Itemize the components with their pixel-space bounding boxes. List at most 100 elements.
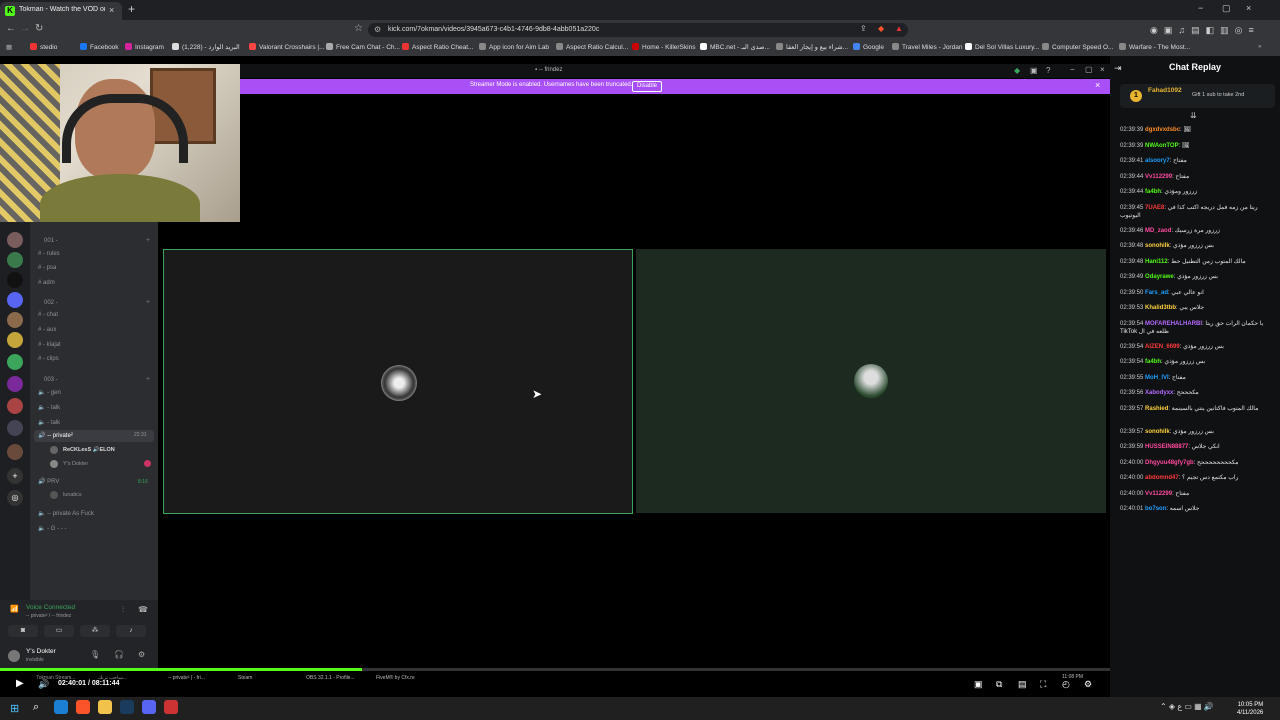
system-tray-icons[interactable]: ⌃ ◈ ع ▭ ▦ 🔊 xyxy=(1160,702,1214,711)
chat-username[interactable]: dgxdvxdsbc xyxy=(1145,127,1180,133)
edge-icon[interactable] xyxy=(54,700,68,714)
new-tab-button[interactable]: + xyxy=(128,2,135,16)
chat-username[interactable]: sonohilk xyxy=(1145,429,1170,435)
chat-username[interactable]: fa4bh xyxy=(1145,189,1161,195)
bookmark-item[interactable]: Travel Miles - Jordan xyxy=(892,43,962,51)
chat-message: 02:39:45 7UAE8: ريتا من زمه فمل دريجه اك… xyxy=(1120,204,1275,220)
bookmark-item[interactable]: Aspect Ratio Cheat... xyxy=(402,43,473,51)
scroll-down-icon[interactable]: ⇊ xyxy=(1190,111,1197,120)
channel-timer: 8:16 xyxy=(138,479,148,485)
app-icon[interactable] xyxy=(164,700,178,714)
bookmark-label: App icon for Aim Lab xyxy=(489,44,549,51)
maximize-button[interactable]: ▢ xyxy=(1222,3,1231,14)
brave-shield-icon[interactable]: ◆ xyxy=(878,24,884,33)
bookmark-favicon xyxy=(30,43,37,50)
bookmark-item[interactable]: البريد الوارد - (1,228) xyxy=(172,43,240,51)
bookmark-item[interactable]: Warfare - The Most... xyxy=(1119,43,1190,51)
bookmark-item[interactable]: Instagram xyxy=(125,43,164,51)
chat-message: 02:40:00 abdomnd47: راب مكتمع دس تجيم ؟ xyxy=(1120,474,1275,482)
clock-time: 10:05 PM xyxy=(1237,702,1264,708)
call-participant-tile xyxy=(163,249,633,514)
bookmark-star-icon[interactable]: ☆ xyxy=(354,23,363,34)
forward-icon[interactable]: → xyxy=(20,23,30,34)
chat-username[interactable]: sonohilk xyxy=(1145,243,1170,249)
file-explorer-icon[interactable] xyxy=(98,700,112,714)
site-info-icon[interactable]: ⚙ xyxy=(374,25,381,34)
chat-username[interactable]: HUSSEIN88877 xyxy=(1145,444,1188,450)
bookmark-item[interactable]: Del Sol Villas Luxury... xyxy=(965,43,1039,51)
chat-message: 02:40:00 Vv112299: مفتاح xyxy=(1120,490,1275,498)
chat-username[interactable]: fa4bh xyxy=(1145,359,1161,365)
chat-username[interactable]: Khalid3tbb xyxy=(1145,305,1176,311)
system-clock[interactable]: 10:05 PM 4/11/2026 xyxy=(1237,701,1263,717)
chat-username[interactable]: MD_zaod xyxy=(1145,228,1171,234)
user-name: Y's Dokter xyxy=(26,648,56,655)
bookmarks-overflow-icon[interactable]: » xyxy=(1258,43,1262,50)
explore-icon: ◎ xyxy=(7,490,23,506)
chat-timestamp: 02:39:48 xyxy=(1120,243,1146,249)
bookmark-item[interactable]: Valorant Crosshairs |... xyxy=(249,43,325,51)
chat-username[interactable]: bo7son xyxy=(1145,506,1166,512)
tab-close-icon[interactable]: × xyxy=(109,5,114,15)
chat-username[interactable]: Hani112 xyxy=(1145,259,1168,265)
windows-start-icon[interactable]: ⊞ xyxy=(10,702,19,715)
chat-message: 02:39:57 sonohilk: بس زرزور مؤذي xyxy=(1120,428,1275,436)
chat-username[interactable]: Vv112299 xyxy=(1145,174,1172,180)
back-icon[interactable]: ← xyxy=(6,23,16,34)
chat-username[interactable]: Rashied xyxy=(1145,406,1168,412)
theater-mode-icon[interactable]: ▣ xyxy=(974,679,983,690)
chat-username[interactable]: Odayrawe xyxy=(1145,274,1174,280)
bookmark-item[interactable]: Aspect Ratio Calcul... xyxy=(556,43,628,51)
settings-icon[interactable]: ⚙ xyxy=(1084,679,1092,690)
chat-username[interactable]: alsoory7 xyxy=(1145,158,1170,164)
chat-username[interactable]: MoH_IVI xyxy=(1145,375,1169,381)
chat-timestamp: 02:39:57 xyxy=(1120,405,1146,412)
discord-icon[interactable] xyxy=(142,700,156,714)
search-icon[interactable]: ⌕ xyxy=(33,701,39,714)
bookmark-item[interactable]: Free Cam Chat - Ch... xyxy=(326,43,400,51)
chat-username[interactable]: MOFAREHALHARBI xyxy=(1145,321,1202,327)
chat-username[interactable]: 7UAE8 xyxy=(1145,205,1164,211)
noise-suppression-icon: ⫶ xyxy=(122,605,124,614)
miniplayer-icon[interactable]: ▤ xyxy=(1018,679,1027,690)
bookmark-item[interactable]: Facebook xyxy=(80,43,119,51)
bookmark-item[interactable]: Home - KillerSkins xyxy=(632,43,695,51)
bookmark-item[interactable]: App icon for Aim Lab xyxy=(479,43,549,51)
bookmark-favicon xyxy=(776,43,783,50)
bookmark-item[interactable]: شراء بيع و إيجار العقا... xyxy=(776,43,848,51)
chat-username[interactable]: AIZEN_6699 xyxy=(1145,344,1180,350)
extension-icons[interactable]: ◉▣♫▤◧▥◎≡ xyxy=(1150,25,1260,36)
share-icon[interactable]: ⇪ xyxy=(860,24,867,33)
speed-icon[interactable]: ◴ xyxy=(1062,679,1070,690)
pip-icon[interactable]: ⧉ xyxy=(996,679,1002,690)
fullscreen-icon[interactable]: ⛶ xyxy=(1040,679,1046,690)
brave-icon[interactable] xyxy=(76,700,90,714)
chat-username[interactable]: Fars_ad xyxy=(1145,290,1168,296)
add-server-icon: + xyxy=(7,468,23,484)
chat-username[interactable]: Vv112299 xyxy=(1145,491,1172,497)
bookmark-item[interactable]: stedio xyxy=(30,43,57,51)
chat-username[interactable]: Xabodyxx xyxy=(1145,390,1173,396)
pinned-gift-banner[interactable]: 1 Fahad1092 Gift 1 sub to take 2nd xyxy=(1120,84,1275,108)
minimize-button[interactable]: − xyxy=(1198,3,1203,13)
channel-item: # - psa xyxy=(38,265,57,271)
volume-icon[interactable]: 🔊 xyxy=(38,679,49,690)
address-bar[interactable]: ⚙ kick.com/7okman/videos/3945a673-c4b1-4… xyxy=(368,23,908,37)
reload-icon[interactable]: ↻ xyxy=(35,23,43,34)
bookmark-item[interactable]: Google xyxy=(853,43,884,51)
discord-close-icon: × xyxy=(1100,65,1105,74)
brave-rewards-icon[interactable]: ▲ xyxy=(895,24,903,33)
steam-icon[interactable] xyxy=(120,700,134,714)
apps-icon[interactable]: ▦ xyxy=(6,43,12,51)
chat-username[interactable]: NWAonTOP xyxy=(1145,143,1179,149)
bookmark-favicon xyxy=(80,43,87,50)
chat-username[interactable]: abdomnd47 xyxy=(1145,475,1179,481)
chat-username[interactable]: Dhgyuu48gfy7gb xyxy=(1145,460,1194,466)
close-window-button[interactable]: × xyxy=(1246,3,1251,13)
play-icon[interactable]: ▶ xyxy=(16,678,24,689)
browser-tab[interactable]: K Tokman - Watch the VOD on Ki × xyxy=(0,2,122,20)
streamed-taskbar-item: Steam xyxy=(238,675,253,681)
bookmark-item[interactable]: Computer Speed O... xyxy=(1042,43,1113,51)
bookmark-item[interactable]: MBC.net - صدى البـ... xyxy=(700,43,770,51)
camera-icon: ◙ xyxy=(8,625,38,637)
